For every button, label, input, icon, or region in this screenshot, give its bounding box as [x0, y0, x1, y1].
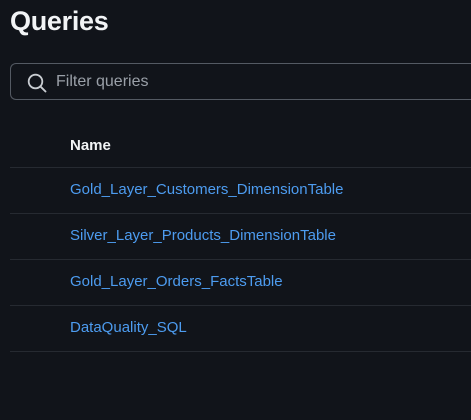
table-row: Silver_Layer_Products_DimensionTable [10, 214, 471, 260]
queries-page: Queries Name Gold_Layer_Customers_Dimens… [0, 0, 471, 420]
filter-queries-input[interactable] [56, 64, 456, 99]
column-header-name[interactable]: Name [70, 137, 111, 154]
table-row: Gold_Layer_Orders_FactsTable [10, 260, 471, 306]
table-row: DataQuality_SQL [10, 306, 471, 352]
query-link[interactable]: Gold_Layer_Customers_DimensionTable [70, 181, 343, 198]
search-icon [27, 73, 47, 93]
page-title: Queries [10, 6, 109, 36]
table-row: Gold_Layer_Customers_DimensionTable [10, 168, 471, 214]
table-header: Name [10, 122, 471, 168]
query-link[interactable]: DataQuality_SQL [70, 319, 187, 336]
filter-box[interactable] [10, 63, 471, 100]
query-link[interactable]: Silver_Layer_Products_DimensionTable [70, 227, 336, 244]
query-link[interactable]: Gold_Layer_Orders_FactsTable [70, 273, 283, 290]
queries-table: Name Gold_Layer_Customers_DimensionTable… [10, 122, 471, 352]
